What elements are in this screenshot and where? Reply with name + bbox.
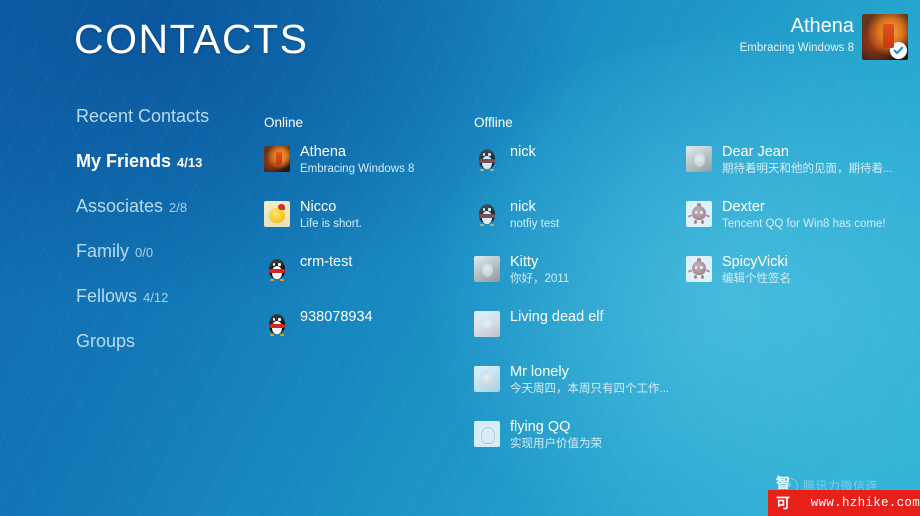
contact-text: Dexter Tencent QQ for Win8 has come! — [722, 199, 886, 232]
contact-row[interactable]: Nicco Life is short. — [264, 199, 464, 254]
contact-text: 938078934 — [300, 309, 373, 327]
current-user-status: Embracing Windows 8 — [740, 40, 854, 56]
contact-row[interactable]: nick — [474, 144, 679, 199]
contact-row[interactable]: crm-test — [264, 254, 464, 309]
contact-name: Dear Jean — [722, 144, 893, 161]
offline-column-first: Offline nick nick notfiy test — [474, 115, 679, 474]
blue-face-avatar-icon — [474, 366, 500, 392]
girl-photo-avatar-icon — [474, 256, 500, 282]
contact-text: crm-test — [300, 254, 352, 272]
site-watermark-bar: 智可网 www.hzhike.com — [768, 490, 920, 516]
contact-text: Mr lonely 今天周四，本周只有四个工作... — [510, 364, 669, 397]
qq-penguin-avatar-icon — [474, 146, 500, 172]
contact-signature: 你好，2011 — [510, 272, 569, 287]
contacts-app-screen: CONTACTS Athena Embracing Windows 8 Rece… — [0, 0, 920, 516]
sidebar-item-count: 4/12 — [143, 290, 168, 305]
current-user-block[interactable]: Athena Embracing Windows 8 — [740, 14, 908, 60]
current-user-name: Athena — [740, 15, 854, 37]
sidebar-item-groups[interactable]: Groups — [76, 331, 256, 376]
offline-column-heading: Offline — [474, 115, 679, 131]
sidebar-item-label: My Friends — [76, 151, 171, 172]
sidebar-item-family[interactable]: Family 0/0 — [76, 241, 256, 286]
contact-row[interactable]: nick notfiy test — [474, 199, 679, 254]
sidebar-item-label: Fellows — [76, 286, 137, 307]
contact-row[interactable]: flying QQ 实现用户价值为荣 — [474, 419, 679, 474]
qq-penguin-avatar-icon — [474, 201, 500, 227]
online-column: Online Athena Embracing Windows 8 Nicco … — [264, 115, 464, 364]
contact-name: Kitty — [510, 254, 569, 271]
contact-row[interactable]: Athena Embracing Windows 8 — [264, 144, 464, 199]
sidebar-item-label: Groups — [76, 331, 135, 352]
contact-name: nick — [510, 199, 559, 216]
sidebar-item-count: 4/13 — [177, 155, 202, 170]
girl-photo-avatar-icon — [686, 146, 712, 172]
red-imp-avatar-icon — [686, 256, 712, 282]
sidebar-item-associates[interactable]: Associates 2/8 — [76, 196, 256, 241]
qq-penguin-avatar-icon — [264, 256, 290, 282]
contact-signature: Life is short. — [300, 217, 362, 232]
contact-text: Dear Jean 期待着明天和他的见面，期待着... — [722, 144, 893, 177]
contact-text: Living dead elf — [510, 309, 604, 327]
qq-penguin-avatar-icon — [264, 311, 290, 337]
page-title: CONTACTS — [74, 16, 308, 63]
sidebar-item-fellows[interactable]: Fellows 4/12 — [76, 286, 256, 331]
pink-doll-avatar-icon — [474, 311, 500, 337]
contact-row[interactable]: Dexter Tencent QQ for Win8 has come! — [686, 199, 911, 254]
contact-text: nick notfiy test — [510, 199, 559, 232]
contact-signature: notfiy test — [510, 217, 559, 232]
red-imp-avatar-icon — [686, 201, 712, 227]
current-user-avatar[interactable] — [862, 14, 908, 60]
online-check-badge-icon — [890, 42, 907, 59]
contact-signature: 今天周四，本周只有四个工作... — [510, 382, 669, 397]
contact-name: Living dead elf — [510, 309, 604, 326]
sidebar-item-label: Family — [76, 241, 129, 262]
contact-text: Nicco Life is short. — [300, 199, 362, 232]
contact-text: SpicyVicki 编辑个性签名 — [722, 254, 791, 287]
contact-name: nick — [510, 144, 536, 161]
contact-signature: Tencent QQ for Win8 has come! — [722, 217, 886, 232]
sidebar-item-label: Associates — [76, 196, 163, 217]
contact-text: nick — [510, 144, 536, 162]
sidebar-item-label: Recent Contacts — [76, 106, 209, 127]
contact-name: SpicyVicki — [722, 254, 791, 271]
chick-avatar-icon — [264, 201, 290, 227]
contact-signature: 实现用户价值为荣 — [510, 437, 602, 452]
sidebar-item-count: 2/8 — [169, 200, 187, 215]
sidebar-item-recent-contacts[interactable]: Recent Contacts — [76, 106, 256, 151]
sidebar: Recent Contacts My Friends 4/13 Associat… — [76, 106, 256, 376]
contact-row[interactable]: Kitty 你好，2011 — [474, 254, 679, 309]
contact-name: Nicco — [300, 199, 362, 216]
contact-name: Dexter — [722, 199, 886, 216]
contact-text: flying QQ 实现用户价值为荣 — [510, 419, 602, 452]
contact-row[interactable]: Mr lonely 今天周四，本周只有四个工作... — [474, 364, 679, 419]
contact-row[interactable]: SpicyVicki 编辑个性签名 — [686, 254, 911, 309]
contact-text: Kitty 你好，2011 — [510, 254, 569, 287]
site-watermark-name: 智可网 — [776, 473, 803, 516]
contact-row[interactable]: Dear Jean 期待着明天和他的见面，期待着... — [686, 144, 911, 199]
contact-signature: 期待着明天和他的见面，期待着... — [722, 162, 893, 177]
site-watermark-url: www.hzhike.com — [811, 496, 920, 510]
contact-name: crm-test — [300, 254, 352, 271]
contact-name: Athena — [300, 144, 414, 161]
candle-photo-avatar-icon — [264, 146, 290, 172]
sidebar-item-count: 0/0 — [135, 245, 153, 260]
sidebar-item-my-friends[interactable]: My Friends 4/13 — [76, 151, 256, 196]
contact-name: Mr lonely — [510, 364, 669, 381]
contact-row[interactable]: 938078934 — [264, 309, 464, 364]
contact-signature: 编辑个性签名 — [722, 272, 791, 287]
contact-name: 938078934 — [300, 309, 373, 326]
offline-column-second: Offline continued Dear Jean 期待着明天和他的见面，期… — [686, 115, 911, 309]
online-column-heading: Online — [264, 115, 464, 131]
contact-signature: Embracing Windows 8 — [300, 162, 414, 177]
contact-name: flying QQ — [510, 419, 602, 436]
sketch-avatar-icon — [474, 421, 500, 447]
current-user-text: Athena Embracing Windows 8 — [740, 14, 854, 56]
contact-row[interactable]: Living dead elf — [474, 309, 679, 364]
contact-text: Athena Embracing Windows 8 — [300, 144, 414, 177]
